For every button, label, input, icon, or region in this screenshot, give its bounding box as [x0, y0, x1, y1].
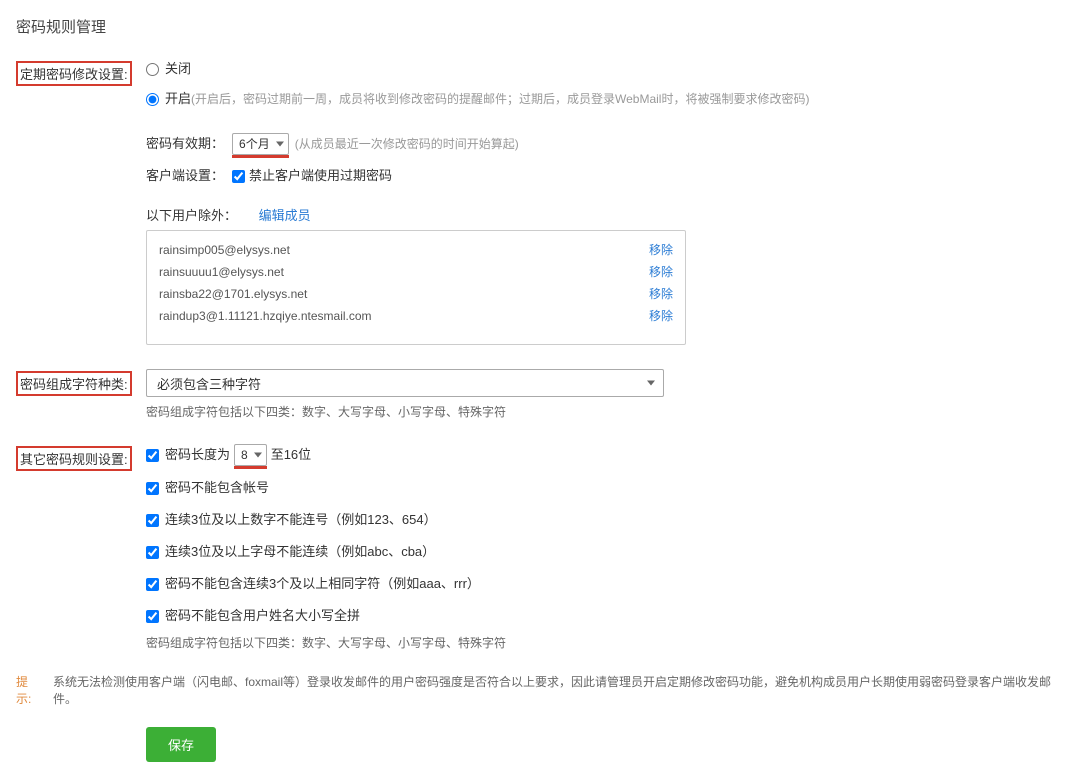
radio-on-label: 开启 [165, 89, 191, 109]
rule-length-suffix: 至16位 [271, 445, 311, 465]
radio-on[interactable] [146, 93, 159, 106]
other-rules-label: 其它密码规则设置: [16, 444, 146, 471]
remove-link[interactable]: 移除 [649, 239, 673, 261]
rule-no-account-label: 密码不能包含帐号 [165, 478, 269, 498]
min-length-select[interactable]: 8 [234, 444, 267, 466]
chevron-down-icon [276, 142, 284, 147]
remove-link[interactable]: 移除 [649, 283, 673, 305]
expire-select[interactable]: 6个月 [232, 133, 289, 155]
user-item: rainsuuuu1@elysys.net 移除 [159, 261, 673, 283]
tip-row: 提示: 系统无法检测使用客户端（闪电邮、foxmail等）登录收发邮件的用户密码… [16, 673, 1062, 707]
chevron-down-icon [254, 453, 262, 458]
client-checkbox-label: 禁止客户端使用过期密码 [249, 165, 392, 187]
radio-on-note: (开启后，密码过期前一周，成员将收到修改密码的提醒邮件；过期后，成员登录WebM… [191, 89, 809, 109]
rule-no-name-label: 密码不能包含用户姓名大小写全拼 [165, 606, 360, 626]
user-email: raindup3@1.11121.hzqiye.ntesmail.com [159, 305, 372, 327]
save-button[interactable]: 保存 [146, 727, 216, 762]
rule-no-name-checkbox[interactable] [146, 610, 159, 623]
rule-no-repeat-checkbox[interactable] [146, 578, 159, 591]
page-title: 密码规则管理 [16, 16, 1062, 37]
user-item: rainsba22@1701.elysys.net 移除 [159, 283, 673, 305]
chevron-down-icon [647, 381, 655, 386]
expire-note: (从成员最近一次修改密码的时间开始算起) [295, 133, 519, 155]
radio-off[interactable] [146, 63, 159, 76]
radio-off-label: 关闭 [165, 59, 191, 79]
tip-label: 提示: [16, 673, 43, 707]
rule-length-prefix: 密码长度为 [165, 445, 230, 465]
remove-link[interactable]: 移除 [649, 305, 673, 327]
rule-no-account-checkbox[interactable] [146, 482, 159, 495]
user-email: rainsba22@1701.elysys.net [159, 283, 307, 305]
rule-no-repeat-label: 密码不能包含连续3个及以上相同字符（例如aaa、rrr） [165, 574, 480, 594]
edit-members-link[interactable]: 编辑成员 [259, 208, 311, 223]
user-email: rainsimp005@elysys.net [159, 239, 290, 261]
user-item: raindup3@1.11121.hzqiye.ntesmail.com 移除 [159, 305, 673, 327]
other-rules-hint: 密码组成字符包括以下四类：数字、大写字母、小写字母、特殊字符 [146, 634, 1046, 651]
user-item: rainsimp005@elysys.net 移除 [159, 239, 673, 261]
expire-label: 密码有效期： [146, 133, 224, 155]
user-list: rainsimp005@elysys.net 移除 rainsuuuu1@ely… [146, 230, 686, 345]
client-label: 客户端设置： [146, 165, 224, 187]
client-checkbox[interactable] [232, 170, 245, 183]
char-type-select[interactable]: 必须包含三种字符 [146, 369, 664, 397]
char-type-label: 密码组成字符种类: [16, 369, 146, 396]
rule-no-seq-num-label: 连续3位及以上数字不能连号（例如123、654） [165, 510, 437, 530]
rule-no-seq-alpha-checkbox[interactable] [146, 546, 159, 559]
rule-no-seq-num-checkbox[interactable] [146, 514, 159, 527]
rule-length-checkbox[interactable] [146, 449, 159, 462]
char-type-hint: 密码组成字符包括以下四类：数字、大写字母、小写字母、特殊字符 [146, 403, 1046, 420]
user-email: rainsuuuu1@elysys.net [159, 261, 284, 283]
periodic-change-label: 定期密码修改设置: [16, 59, 146, 86]
except-label: 以下用户除外： [146, 208, 237, 223]
tip-text: 系统无法检测使用客户端（闪电邮、foxmail等）登录收发邮件的用户密码强度是否… [53, 673, 1062, 707]
remove-link[interactable]: 移除 [649, 261, 673, 283]
rule-no-seq-alpha-label: 连续3位及以上字母不能连续（例如abc、cba） [165, 542, 435, 562]
